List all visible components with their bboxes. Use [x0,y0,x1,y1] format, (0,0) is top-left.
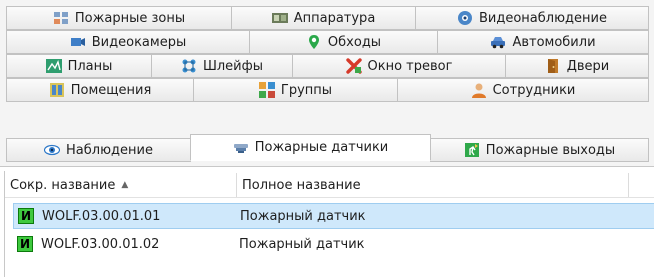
fire-exit-icon [464,142,480,158]
alarm-window-icon [345,58,362,74]
sort-ascending-icon: ▲ [121,180,129,190]
short-name-text: WOLF.03.00.01.02 [41,236,160,252]
tab-label: Обходы [327,34,382,50]
table-row[interactable]: И WOLF.03.00.01.02 Пожарный датчик [13,231,654,257]
tab-plans[interactable]: Планы [6,54,152,78]
rooms-icon [49,82,65,98]
tab-label: Двери [566,58,610,74]
tab-label: Окно тревог [367,58,453,74]
tab-label: Видеокамеры [91,34,187,50]
tab-patrols[interactable]: Обходы [249,30,438,54]
tab-strip: Пожарные зоны Аппаратура Видеонаблюдение… [0,0,654,166]
tab-equipment[interactable]: Аппаратура [231,6,416,30]
tab-content-panel: Сокр. название ▲ Полное название И WOLF.… [0,166,654,278]
status-badge: И [18,208,34,224]
tab-label: Пожарные датчики [254,140,389,155]
patrol-pin-icon [306,34,322,50]
eye-icon [44,142,61,158]
column-header-label: Сокр. название [10,177,116,193]
tab-video-surveillance[interactable]: Видеонаблюдение [415,6,649,30]
tab-fire-zones[interactable]: Пожарные зоны [6,6,232,30]
tab-rooms[interactable]: Помещения [6,78,194,102]
door-icon [545,58,561,74]
tab-cars[interactable]: Автомобили [437,30,649,54]
tab-fire-sensors[interactable]: Пожарные датчики [190,134,431,161]
video-surveillance-icon [457,10,473,26]
tab-label: Пожарные зоны [74,10,186,26]
tab-label: Автомобили [512,34,596,50]
tab-label: Видеонаблюдение [479,10,607,26]
tab-employees[interactable]: Сотрудники [397,78,649,102]
tab-observation[interactable]: Наблюдение [6,138,191,162]
fire-zones-icon [53,10,69,26]
loops-icon [181,58,197,74]
short-name-cell: И WOLF.03.00.01.02 [13,236,239,252]
tab-label: Помещения [70,82,152,98]
tab-label: Планы [67,58,113,74]
tab-loops[interactable]: Шлейфы [151,54,293,78]
short-name-text: WOLF.03.00.01.01 [42,208,161,224]
column-header-full-name[interactable]: Полное название [237,173,629,197]
tab-alarm-window[interactable]: Окно тревог [292,54,506,78]
tab-label: Аппаратура [293,10,376,26]
employee-icon [471,82,487,98]
equipment-icon [271,10,288,26]
tab-label: Группы [280,82,333,98]
table-header: Сокр. название ▲ Полное название [5,173,654,198]
groups-icon [258,82,275,98]
tab-doors[interactable]: Двери [505,54,649,78]
full-name-cell: Пожарный датчик [240,208,366,224]
tab-label: Шлейфы [202,58,264,74]
tab-label: Наблюдение [66,142,153,158]
column-header-short-name[interactable]: Сокр. название ▲ [5,173,237,197]
column-header-label: Полное название [242,177,361,193]
short-name-cell: И WOLF.03.00.01.01 [14,208,240,224]
car-icon [490,34,506,50]
floor-plan-icon [45,58,62,74]
tab-label: Сотрудники [492,82,576,98]
table-row[interactable]: И WOLF.03.00.01.01 Пожарный датчик [13,203,654,229]
sensors-table: Сокр. название ▲ Полное название И WOLF.… [4,171,654,277]
video-camera-icon [70,34,86,50]
status-badge: И [17,236,33,252]
tab-groups[interactable]: Группы [193,78,398,102]
tab-fire-exits[interactable]: Пожарные выходы [430,138,649,162]
full-name-cell: Пожарный датчик [239,236,365,252]
tab-video-cameras[interactable]: Видеокамеры [6,30,250,54]
tab-label: Пожарные выходы [485,142,616,158]
fire-sensor-icon [233,140,249,156]
